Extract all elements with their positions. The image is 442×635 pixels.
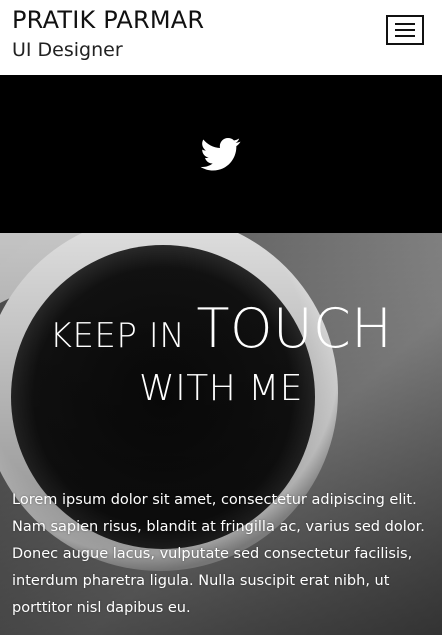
menu-bar [395, 29, 415, 31]
menu-bar [395, 23, 415, 25]
menu-bar [395, 35, 415, 37]
hamburger-menu-button[interactable] [386, 15, 424, 45]
site-header: PRATIK PARMAR UI Designer [0, 0, 442, 75]
hero-title: KEEP IN TOUCH WITH ME [0, 301, 442, 410]
site-owner-role: UI Designer [12, 39, 123, 61]
site-owner-name: PRATIK PARMAR [12, 6, 205, 34]
hero-title-line2: WITH ME [138, 368, 304, 409]
hero-body-text: Lorem ipsum dolor sit amet, consectetur … [12, 492, 425, 616]
hero-title-big: TOUCH [196, 297, 393, 360]
twitter-icon[interactable] [197, 134, 245, 174]
social-band [0, 75, 442, 233]
contact-hero: KEEP IN TOUCH WITH ME Lorem ipsum dolor … [0, 233, 442, 635]
hero-title-small: KEEP IN [49, 316, 186, 356]
